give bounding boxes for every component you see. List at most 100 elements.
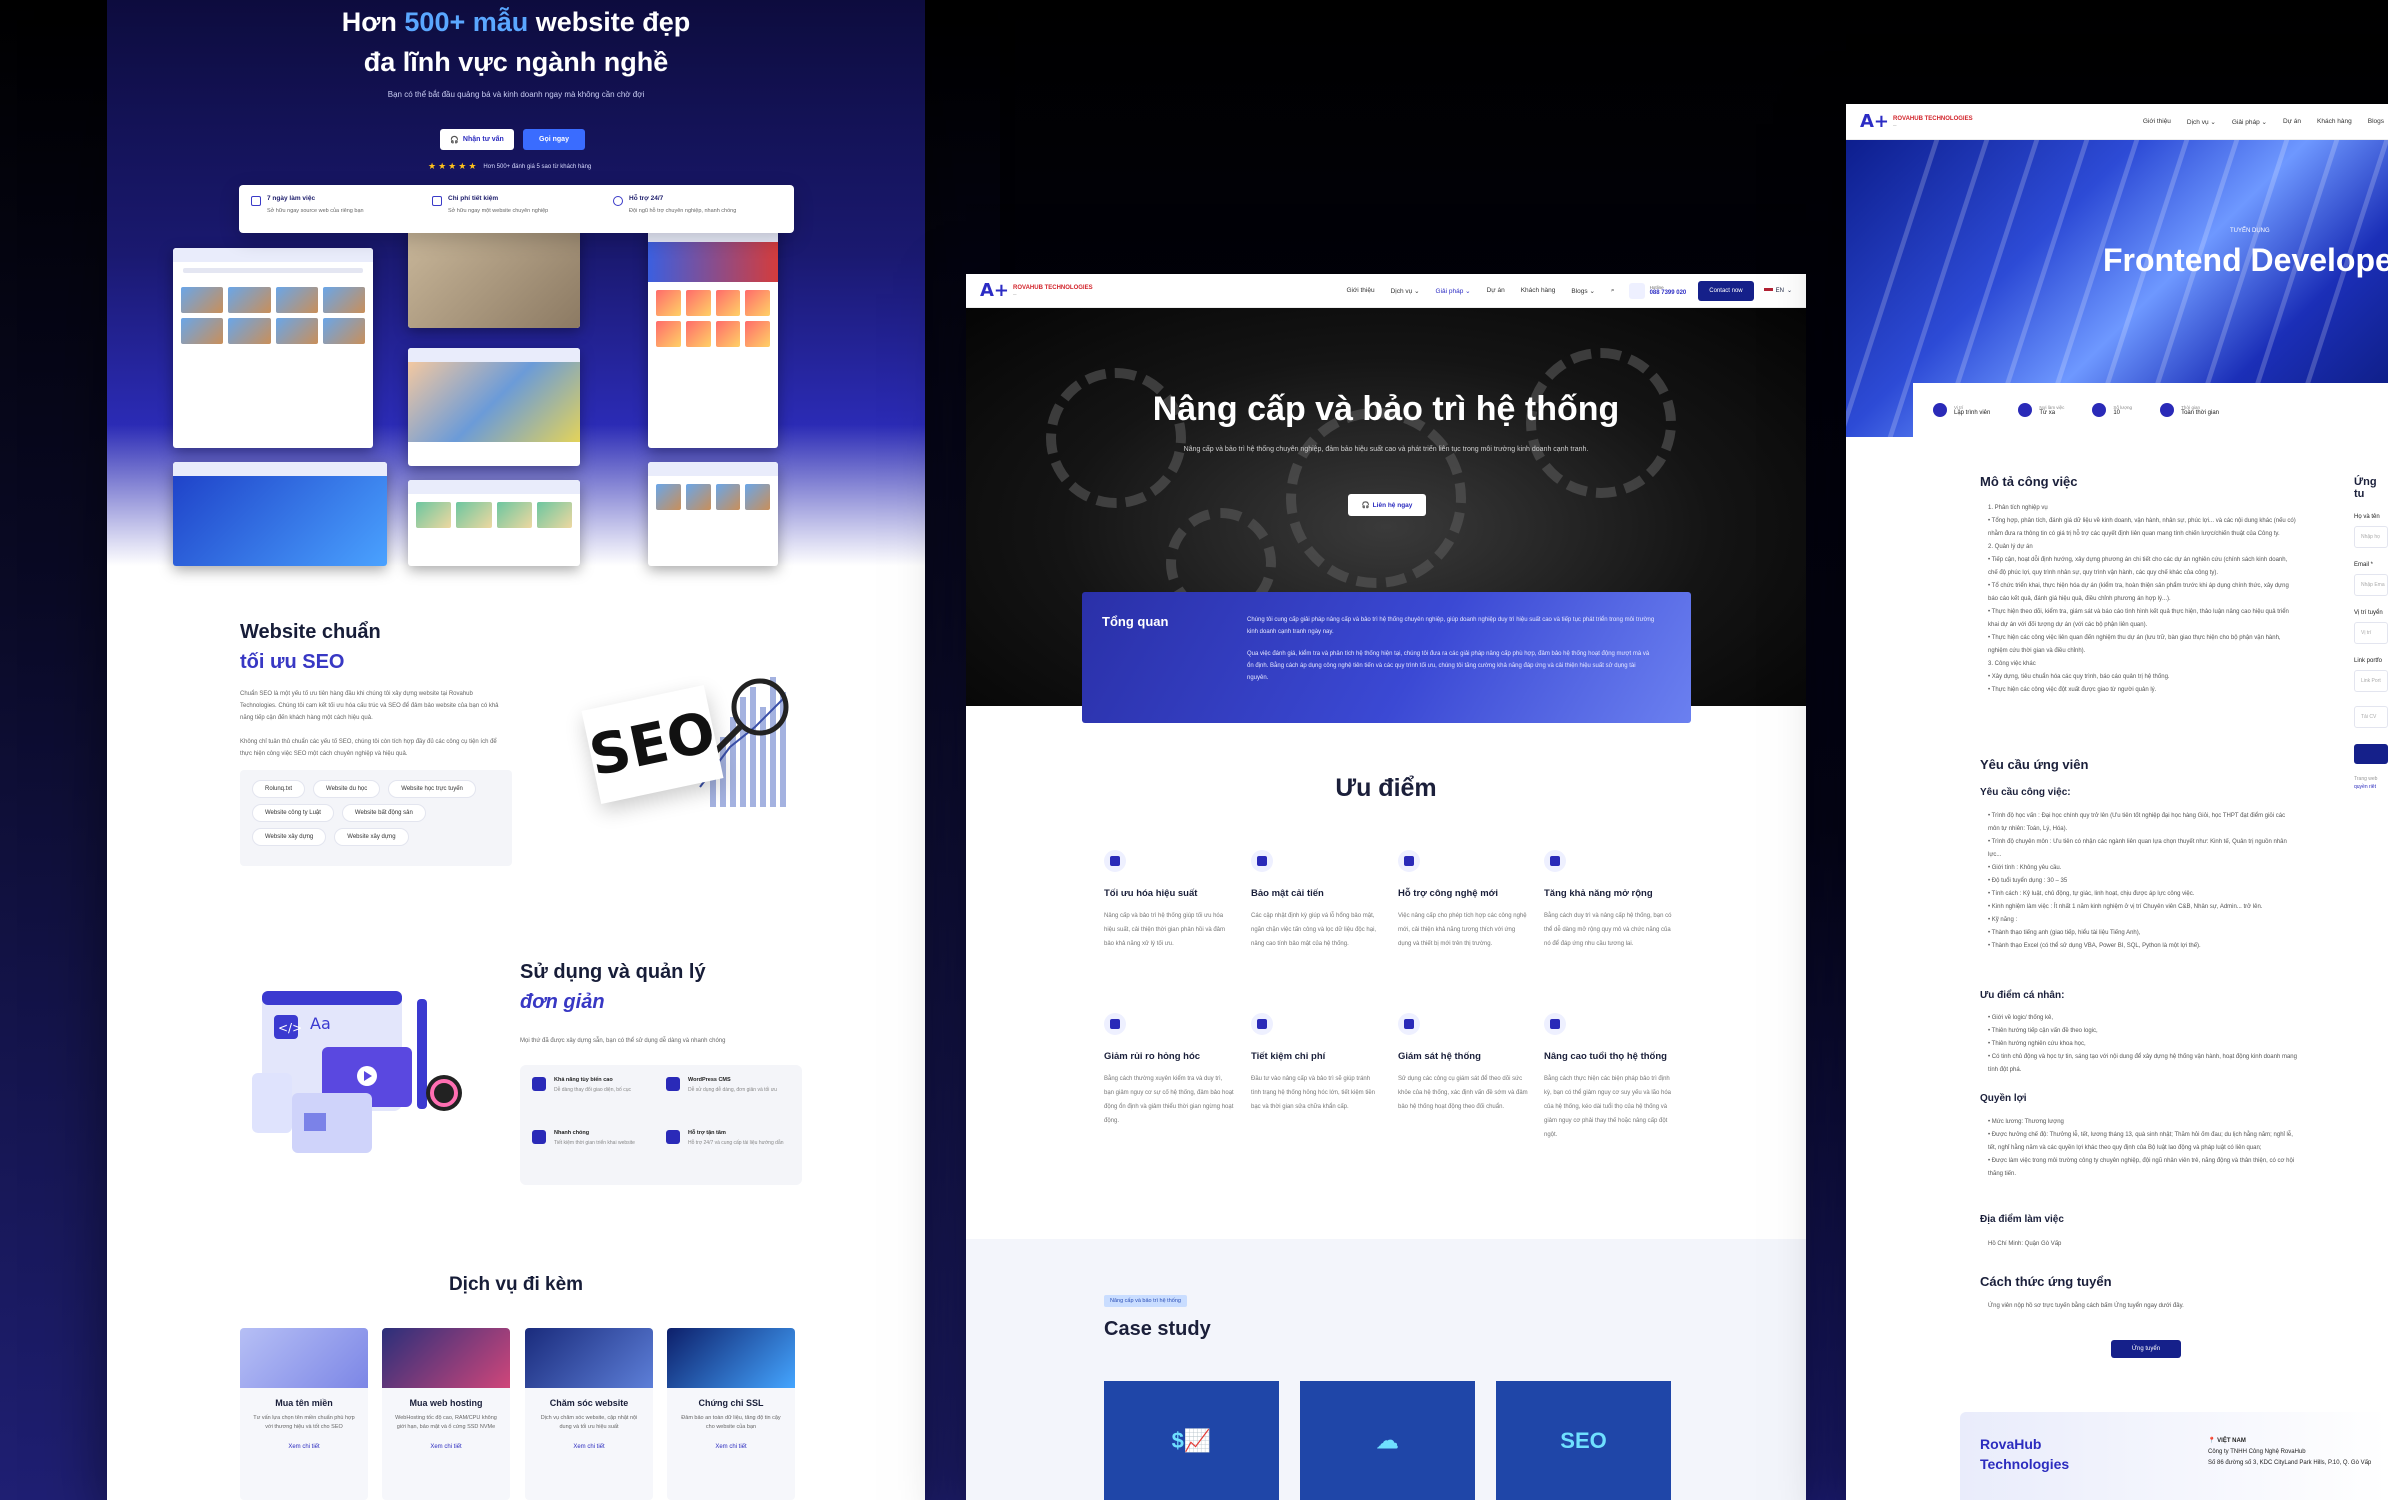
template-thumbnail[interactable]: [408, 228, 580, 328]
nav-item[interactable]: Dự án: [1487, 287, 1505, 295]
apply-instructions: Ứng viên nộp hồ sơ trực tuyến bằng cách …: [1988, 1303, 2184, 1309]
search-icon[interactable]: ⌕: [1611, 287, 1615, 295]
lifetime-icon: [1544, 1013, 1566, 1035]
cms-illustration-icon: </> Aa: [252, 991, 462, 1153]
tag-chip[interactable]: Rolunq.txt: [252, 780, 306, 798]
template-thumbnail[interactable]: [173, 248, 373, 448]
section-subtitle: Ưu điểm cá nhân:: [1980, 990, 2065, 1001]
hotline[interactable]: Hotline 088 7399 020: [1628, 282, 1686, 299]
nav-item[interactable]: Dịch vụ ⌄: [1391, 287, 1420, 295]
nav-item[interactable]: Khách hàng: [1521, 287, 1556, 295]
name-field[interactable]: Nhập họ: [2354, 526, 2388, 548]
star-icon: ★: [438, 161, 447, 171]
language-select[interactable]: EN ⌄: [1763, 287, 1792, 294]
hero-section: Hơn 500+ mẫu website đẹp đa lĩnh vực ngà…: [107, 0, 925, 566]
nav-item[interactable]: Dịch vụ ⌄: [2187, 118, 2216, 126]
email-field[interactable]: Nhập Ema: [2354, 574, 2388, 596]
info-item: Thời gian Toàn thời gian: [2160, 403, 2219, 417]
chevron-down-icon: ⌄: [1786, 288, 1792, 294]
nav-item[interactable]: Dự án: [2283, 118, 2301, 126]
tag-chip[interactable]: Website bất động sản: [341, 804, 426, 822]
ssl-shield-icon: [667, 1328, 795, 1388]
detail-link[interactable]: Xem chi tiết: [525, 1444, 653, 1450]
field-label: Họ và tên: [2354, 514, 2380, 520]
tag-chip[interactable]: Website công ty Luật: [252, 804, 334, 822]
briefcase-icon: [1933, 403, 1947, 417]
case-study-card[interactable]: ☁: [1300, 1381, 1475, 1500]
service-card[interactable]: Chăm sóc website Dịch vụ chăm sóc website…: [525, 1328, 653, 1500]
tag-chip[interactable]: Website xây dựng: [334, 828, 409, 846]
clock-icon: [2160, 403, 2175, 417]
tag-chip[interactable]: Website học trực tuyến: [388, 780, 476, 798]
cloud-icon: ☁: [1376, 1427, 1399, 1453]
nav-item[interactable]: Giải pháp ⌄: [1436, 287, 1471, 295]
benefits-list: • Mức lương: Thương lượng • Được hưởng ch…: [1988, 1119, 2295, 1177]
manage-feature: Nhanh chóng Tiết kiệm thời gian triển kha…: [532, 1130, 656, 1173]
contact-button[interactable]: Contact now: [1698, 280, 1754, 301]
brand-logo[interactable]: A+ ROVAHUB TECHNOLOGIES —: [1860, 111, 1973, 132]
template-thumbnail[interactable]: [648, 462, 778, 566]
template-thumbnail[interactable]: [648, 228, 778, 448]
position-field[interactable]: Vị trí: [2354, 622, 2388, 644]
star-icon: ★: [428, 161, 437, 171]
hero-tag: TUYỂN DỤNG: [2230, 228, 2270, 234]
hero-title: Frontend Develope: [2103, 242, 2388, 278]
website-templates-page: Hơn 500+ mẫu website đẹp đa lĩnh vực ngà…: [107, 0, 925, 1500]
case-study-card[interactable]: $📈: [1104, 1381, 1279, 1500]
wallet-icon: [432, 196, 442, 206]
svg-text:</>: </>: [278, 1021, 302, 1035]
advantage-item: Giảm rủi ro hỏng hóc Bằng cách thường xuy…: [1104, 1013, 1234, 1128]
nav-item[interactable]: Khách hàng: [2317, 118, 2352, 126]
detail-link[interactable]: Xem chi tiết: [382, 1444, 510, 1450]
customize-icon: [532, 1077, 546, 1091]
job-description: 1. Phân tích nghiệp vụ • Tổng hợp, phân t…: [1988, 505, 2296, 693]
overview-card: Tổng quan Chúng tôi cung cấp giải pháp n…: [1082, 592, 1691, 723]
template-thumbnail[interactable]: [173, 462, 387, 566]
features-card: 7 ngày làm việc Sở hữu ngay source web củ…: [239, 185, 794, 233]
hero-title: Hơn 500+ mẫu website đẹp: [341, 7, 691, 37]
feature-item: 7 ngày làm việc Sở hữu ngay source web củ…: [251, 195, 420, 223]
star-icon: ★: [448, 161, 457, 171]
privacy-link[interactable]: quyền riêt: [2354, 784, 2388, 790]
contact-now-button[interactable]: 🎧 Liên hệ ngay: [1348, 494, 1426, 516]
cv-upload[interactable]: Tải CV: [2354, 706, 2388, 728]
detail-link[interactable]: Xem chi tiết: [667, 1444, 795, 1450]
calendar-icon: [251, 196, 261, 206]
people-icon: [2092, 403, 2107, 417]
submit-button[interactable]: [2354, 744, 2388, 764]
growth-chart-icon: $📈: [1171, 1427, 1212, 1453]
rating: ★ ★ ★ ★ ★ Hơn 500+ đánh giá 5 sao từ khách h…: [428, 161, 591, 172]
star-icon: ★: [468, 161, 477, 171]
svg-text:Aa: Aa: [310, 1014, 331, 1033]
nav-item[interactable]: Giới thiệu: [1346, 287, 1374, 295]
service-card[interactable]: Chứng chỉ SSL Đảm bảo an toàn dữ liệu, tă…: [667, 1328, 795, 1500]
service-card[interactable]: Mua web hosting WebHosting tốc độ cao, RA…: [382, 1328, 510, 1500]
template-thumbnail[interactable]: [408, 348, 580, 466]
field-label: Email *: [2354, 562, 2374, 568]
call-button[interactable]: Gọi ngay: [523, 129, 585, 150]
form-note: Trang web: [2354, 776, 2378, 782]
advantage-item: Tiết kiệm chi phí Đầu tư vào nâng cấp và …: [1251, 1013, 1381, 1114]
apply-button[interactable]: Ứng tuyển: [2111, 1340, 2181, 1358]
consult-label: Nhận tư vấn: [462, 136, 504, 143]
nav-item[interactable]: Giải pháp ⌄: [2232, 118, 2267, 126]
nav-item[interactable]: Giới thiệu: [2143, 118, 2171, 126]
field-label: Vị trí tuyển: [2354, 610, 2383, 616]
detail-link[interactable]: Xem chi tiết: [240, 1444, 368, 1450]
brand-logo[interactable]: A+ ROVAHUB TECHNOLOGIES —: [980, 280, 1093, 301]
tag-chip[interactable]: Website du học: [313, 780, 381, 798]
consult-button[interactable]: 🎧 Nhận tư vấn: [440, 129, 514, 150]
service-card[interactable]: Mua tên miền Tư vấn lựa chọn tên miền chu…: [240, 1328, 368, 1500]
nav-item[interactable]: Blogs: [2368, 118, 2384, 126]
info-item: Nơi làm việc Từ xa: [2018, 403, 2064, 417]
template-thumbnail[interactable]: [408, 480, 580, 566]
portfolio-field[interactable]: Link Port: [2354, 670, 2388, 692]
feature-item: Chi phí tiết kiệm Sở hữu ngay một website…: [432, 195, 601, 223]
seo-icon: SEO: [1560, 1427, 1607, 1453]
advantage-item: Bảo mật cải tiến Các cập nhật định kỳ giú…: [1251, 850, 1381, 951]
case-study-card[interactable]: SEO: [1496, 1381, 1671, 1500]
nav-item[interactable]: Blogs ⌄: [1571, 287, 1595, 295]
tag-chip[interactable]: Website xây dựng: [252, 828, 327, 846]
section-title: Yêu cầu ứng viên: [1980, 757, 2089, 772]
flag-icon: [1763, 287, 1773, 294]
